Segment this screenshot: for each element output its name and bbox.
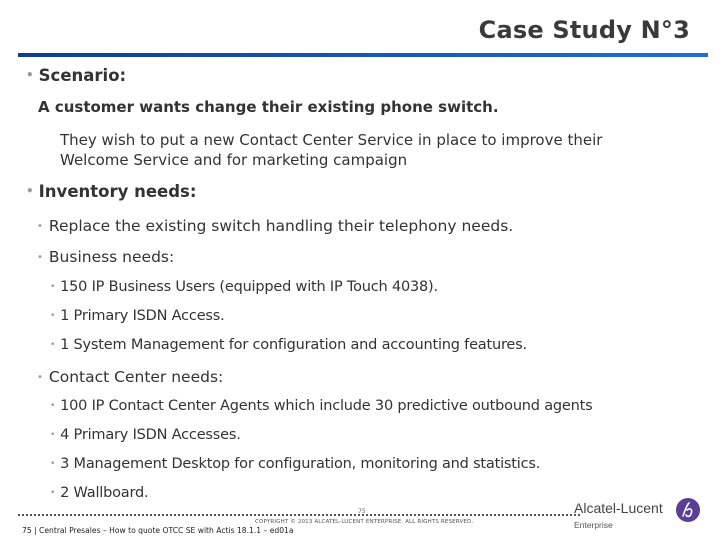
sub-list-item-text: 150 IP Business Users (equipped with IP …: [60, 279, 438, 295]
footer-dotted-rule: [18, 514, 580, 516]
sub-list-item: • 3 Management Desktop for configuration,…: [50, 456, 540, 472]
scenario-heading: Scenario:: [38, 66, 127, 85]
scenario-heading-row: • Scenario:: [26, 66, 126, 85]
sub-list-item-text: 2 Wallboard.: [60, 485, 149, 501]
scenario-description: They wish to put a new Contact Center Se…: [60, 131, 603, 169]
inventory-heading-row: • Inventory needs:: [26, 182, 196, 201]
bullet-icon: •: [37, 252, 43, 263]
list-item-text: Replace the existing switch handling the…: [48, 217, 514, 235]
bullet-icon: •: [50, 311, 56, 321]
sub-list-item: • 4 Primary ISDN Accesses.: [50, 427, 241, 443]
bullet-icon: •: [50, 401, 56, 411]
bullet-icon: •: [37, 372, 43, 383]
sub-list-item-text: 1 Primary ISDN Access.: [60, 308, 225, 324]
bullet-icon: •: [26, 68, 34, 82]
bullet-icon: •: [50, 488, 56, 498]
sub-list-item: • 1 System Management for configuration a…: [50, 337, 527, 353]
bullet-icon: •: [26, 184, 34, 198]
list-item-text: Business needs:: [48, 248, 175, 266]
list-item-text: Contact Center needs:: [48, 368, 224, 386]
sub-list-item: • 2 Wallboard.: [50, 485, 149, 501]
sub-list-item-text: 100 IP Contact Center Agents which inclu…: [60, 398, 593, 414]
logo-subtitle: Enterprise: [574, 520, 613, 530]
bullet-icon: •: [37, 221, 43, 232]
inventory-heading: Inventory needs:: [38, 182, 197, 201]
sub-list-item-text: 1 System Management for configuration an…: [60, 337, 527, 353]
scenario-subheading: A customer wants change their existing p…: [38, 98, 499, 116]
sub-list-item: • 1 Primary ISDN Access.: [50, 308, 225, 324]
list-item: • Replace the existing switch handling th…: [37, 217, 513, 235]
list-item-business-needs: • Business needs:: [37, 248, 174, 266]
bullet-icon: •: [50, 340, 56, 350]
bullet-icon: •: [50, 459, 56, 469]
title-rule: [18, 53, 708, 57]
sub-list-item-text: 4 Primary ISDN Accesses.: [60, 427, 241, 443]
bullet-icon: •: [50, 430, 56, 440]
company-logo: Alcatel-Lucent Enterprise: [562, 496, 700, 534]
list-item-contact-center-needs: • Contact Center needs:: [37, 368, 223, 386]
alcatel-lucent-logo-icon: [676, 498, 700, 522]
page-marker: 75: [358, 508, 366, 515]
logo-name: Alcatel-Lucent: [574, 500, 663, 516]
footer-text: 75 | Central Presales – How to quote OTC…: [22, 526, 294, 535]
bullet-icon: •: [50, 282, 56, 292]
sub-list-item: • 100 IP Contact Center Agents which incl…: [50, 398, 593, 414]
sub-list-item-text: 3 Management Desktop for configuration, …: [60, 456, 541, 472]
copyright-notice: COPYRIGHT © 2013 ALCATEL-LUCENT ENTERPRI…: [255, 519, 474, 525]
slide-title: Case Study N°3: [478, 16, 690, 44]
sub-list-item: • 150 IP Business Users (equipped with IP…: [50, 279, 438, 295]
